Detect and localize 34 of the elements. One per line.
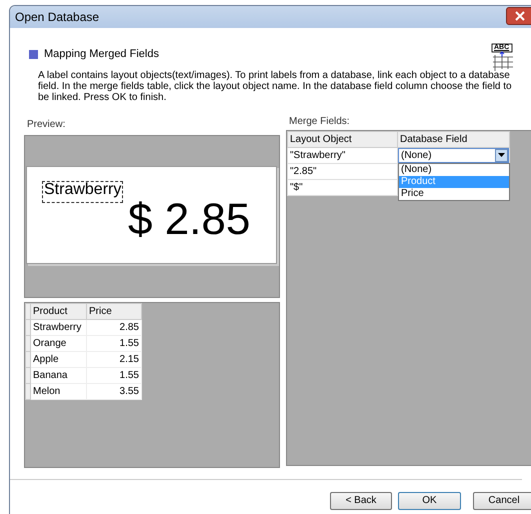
column-header[interactable]: Product	[30, 303, 86, 319]
instructions-text: A label contains layout objects(text/images). To print labels from a database, link each object to a database field. In the merge fields table, click the layout object name. In the database field column choose the field to be linked. Press OK to finish.	[37, 70, 513, 102]
column-header[interactable]: Price	[86, 303, 142, 319]
window-title: Open Database	[15, 9, 100, 26]
caret-icon	[498, 153, 505, 157]
column-header[interactable]: Database Field	[398, 131, 510, 147]
table-cell: 2.85	[86, 319, 142, 335]
back-button[interactable]: < Back	[330, 492, 392, 510]
section-title: Mapping Merged Fields	[44, 47, 159, 62]
table-cell: Apple	[30, 351, 86, 367]
label-table-icon	[491, 43, 515, 71]
column-header[interactable]: Layout Object	[288, 131, 398, 147]
table-cell: Orange	[30, 335, 86, 351]
preview-label: Preview:	[26, 118, 66, 132]
table-cell: 3.55	[86, 383, 142, 399]
table-cell[interactable]: "$"	[288, 179, 398, 195]
cancel-button[interactable]: Cancel	[473, 492, 531, 510]
field-dropdown[interactable]: (None)	[398, 148, 509, 162]
merge-fields-label: Merge Fields:	[288, 114, 351, 128]
table-cell[interactable]: "2.85"	[288, 163, 398, 179]
section-square-icon	[29, 50, 38, 59]
price-text-object[interactable]: $ 2.85	[127, 196, 252, 242]
table-cell[interactable]: "Strawberry"	[288, 147, 398, 163]
dropdown-arrow-button[interactable]	[495, 148, 508, 162]
label-text-object[interactable]: Strawberry	[42, 180, 124, 202]
table-cell: Banana	[30, 367, 86, 383]
table-cell: 1.55	[86, 367, 142, 383]
ok-button[interactable]: OK	[398, 492, 461, 510]
dropdown-option[interactable]: Price	[399, 188, 509, 200]
table-cell: Melon	[30, 383, 86, 399]
table-cell: 1.55	[86, 335, 142, 351]
table-cell: Strawberry	[30, 319, 86, 335]
table-cell: 2.15	[86, 351, 142, 367]
close-icon	[515, 11, 525, 21]
